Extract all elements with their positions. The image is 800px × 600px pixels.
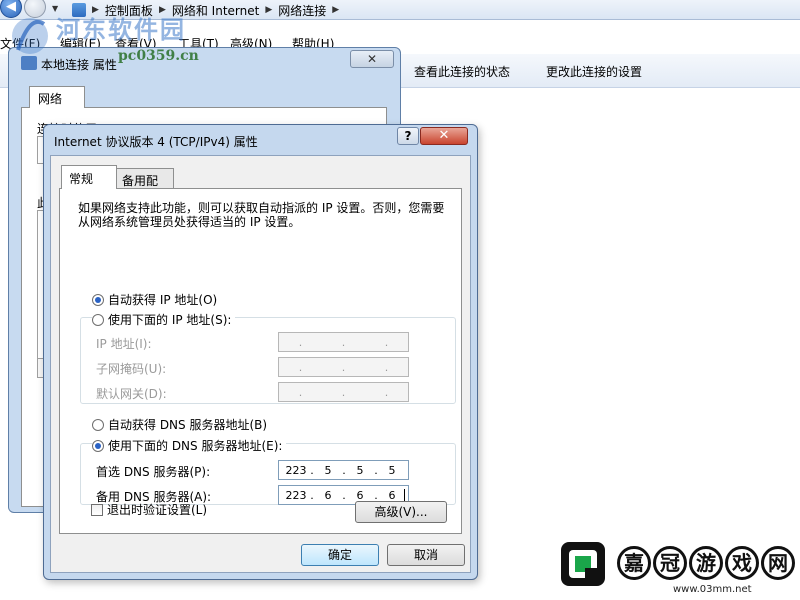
alternate-dns-octet-1: 223 xyxy=(285,488,307,502)
brand-char: 网 xyxy=(761,546,795,580)
radio-dns-auto[interactable] xyxy=(92,418,104,431)
window-title: 本地连接 属性 xyxy=(41,58,117,72)
ip-auto-radio[interactable]: 自动获得 IP 地址(O) xyxy=(92,291,217,308)
ip-address-field[interactable]: ... xyxy=(278,332,409,352)
dns-manual-radio[interactable]: 使用下面的 DNS 服务器地址(E): xyxy=(92,437,287,454)
brand-logo-icon xyxy=(561,542,605,586)
close-button[interactable]: ✕ xyxy=(350,50,394,68)
preferred-dns-field[interactable]: 223. 5. 5. 5 xyxy=(278,460,409,480)
tab-network[interactable]: 网络 xyxy=(29,86,85,108)
preferred-dns-label: 首选 DNS 服务器(P): xyxy=(96,465,211,479)
dns-auto-radio[interactable]: 自动获得 DNS 服务器地址(B) xyxy=(92,416,267,433)
help-button[interactable]: ? xyxy=(397,127,419,145)
brand-name: 嘉 冠 游 戏 网 xyxy=(617,546,795,580)
radio-ip-manual[interactable] xyxy=(92,313,104,326)
brand-url: www.03mm.net xyxy=(673,584,752,595)
preferred-dns-octet-1: 223 xyxy=(285,463,307,477)
default-gateway-field[interactable]: ... xyxy=(278,382,409,402)
dialog-body: 常规 备用配置 如果网络支持此功能，则可以获取自动指派的 IP 设置。否则，您需… xyxy=(50,155,471,573)
view-connection-status-button[interactable]: 查看此连接的状态 xyxy=(414,63,510,80)
brand-char: 嘉 xyxy=(617,546,651,580)
breadcrumb-network-connections[interactable]: 网络连接 xyxy=(278,2,326,19)
tab-alternate-configuration[interactable]: 备用配置 xyxy=(116,168,174,205)
preferred-dns-octet-2: 5 xyxy=(324,463,332,477)
watermark-site-name: 河东软件园 xyxy=(56,15,186,44)
alternate-dns-octet-2: 6 xyxy=(324,488,332,502)
description-text: 如果网络支持此功能，则可以获取自动指派的 IP 设置。否则，您需要从网络系统管理… xyxy=(78,201,445,229)
default-gateway-label: 默认网关(D): xyxy=(96,387,167,401)
ip-manual-radio[interactable]: 使用下面的 IP 地址(S): xyxy=(92,311,236,328)
ok-button[interactable]: 确定 xyxy=(301,544,379,566)
preferred-dns-octet-4: 5 xyxy=(388,463,396,477)
ip-manual-label: 使用下面的 IP 地址(S): xyxy=(108,313,232,327)
validate-on-exit-checkbox[interactable]: 退出时验证设置(L) xyxy=(91,501,207,518)
dns-manual-label: 使用下面的 DNS 服务器地址(E): xyxy=(108,439,283,453)
close-button[interactable]: ✕ xyxy=(420,127,468,145)
ipv4-properties-dialog: Internet 协议版本 4 (TCP/IPv4) 属性 ? ✕ 常规 备用配… xyxy=(43,124,478,580)
advanced-button[interactable]: 高级(V)... xyxy=(355,501,447,523)
help-icon: ? xyxy=(404,129,412,143)
alternate-dns-octet-3: 6 xyxy=(356,488,364,502)
tab-general[interactable]: 常规 xyxy=(61,165,117,189)
brand-char: 游 xyxy=(689,546,723,580)
brand-char: 冠 xyxy=(653,546,687,580)
brand-watermark: 嘉 冠 游 戏 网 www.03mm.net xyxy=(555,540,800,600)
chevron-right-icon[interactable]: ▶ xyxy=(265,5,272,15)
ip-address-label: IP 地址(I): xyxy=(96,337,152,351)
dialog-title: Internet 协议版本 4 (TCP/IPv4) 属性 xyxy=(54,135,258,149)
validate-on-exit-label: 退出时验证设置(L) xyxy=(107,503,208,517)
text-caret xyxy=(404,488,405,502)
radio-dns-manual[interactable] xyxy=(92,439,104,452)
general-tab-pane: 如果网络支持此功能，则可以获取自动指派的 IP 设置。否则，您需要从网络系统管理… xyxy=(59,188,462,534)
site-logo-icon xyxy=(12,18,48,54)
chevron-right-icon[interactable]: ▶ xyxy=(332,5,339,15)
dns-auto-label: 自动获得 DNS 服务器地址(B) xyxy=(108,418,268,432)
change-connection-settings-button[interactable]: 更改此连接的设置 xyxy=(546,63,642,80)
close-icon: ✕ xyxy=(438,128,450,143)
watermark-site-url: pc0359.cn xyxy=(118,48,199,64)
preferred-dns-octet-3: 5 xyxy=(356,463,364,477)
subnet-mask-label: 子网掩码(U): xyxy=(96,362,167,376)
close-icon: ✕ xyxy=(366,52,378,66)
checkbox-validate[interactable] xyxy=(91,503,103,516)
radio-ip-auto[interactable] xyxy=(92,293,104,306)
ip-auto-label: 自动获得 IP 地址(O) xyxy=(108,293,218,307)
subnet-mask-field[interactable]: ... xyxy=(278,357,409,377)
cancel-button[interactable]: 取消 xyxy=(387,544,465,566)
alternate-dns-octet-4: 6 xyxy=(388,488,396,502)
brand-char: 戏 xyxy=(725,546,759,580)
